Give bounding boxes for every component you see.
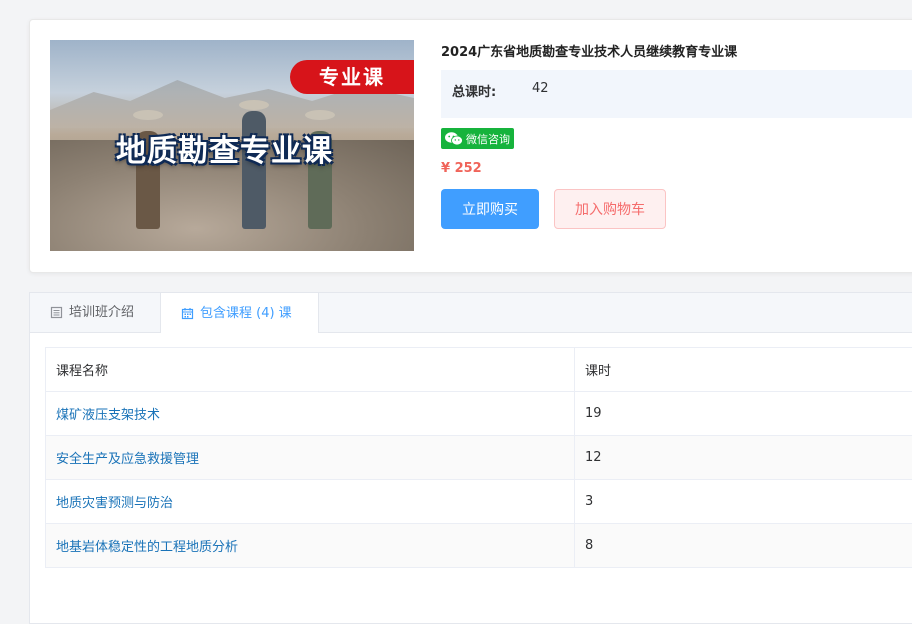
document-icon [50,306,63,319]
hours-value: 42 [532,81,549,96]
course-name-link[interactable]: 安全生产及应急救援管理 [46,436,575,480]
course-hours: 19 [575,392,912,436]
course-title: 2024广东省地质勘查专业技术人员继续教育专业课 [441,41,737,60]
course-hours: 12 [575,436,912,480]
course-table: 课程名称 课时 煤矿液压支架技术 19 安全生产及应急救援管理 12 地质灾害预… [45,347,912,568]
wechat-consult-label: 微信咨询 [466,131,510,147]
cover-ribbon: 专业课 [290,60,414,94]
course-name-link[interactable]: 地基岩体稳定性的工程地质分析 [46,524,575,568]
cover-title: 地质勘查专业课 [116,126,333,170]
hours-panel: 总课时: 42 [441,70,912,118]
course-hours: 3 [575,480,912,524]
table-row: 地基岩体稳定性的工程地质分析 8 [46,524,912,568]
course-price: ¥ 252 [441,161,482,176]
course-name-link[interactable]: 地质灾害预测与防治 [46,480,575,524]
cover-hat [133,110,163,120]
course-detail-panel: 培训班介绍 包含课程 (4) 课 课程名称 [29,292,912,624]
detail-tabs: 培训班介绍 包含课程 (4) 课 [30,293,912,333]
cover-hat [239,100,269,110]
course-name-link[interactable]: 煤矿液压支架技术 [46,392,575,436]
wechat-consult-button[interactable]: 微信咨询 [441,128,514,149]
tab-training-intro[interactable]: 培训班介绍 [30,293,160,332]
buy-now-button[interactable]: 立即购买 [441,189,539,229]
table-row: 地质灾害预测与防治 3 [46,480,912,524]
table-row: 煤矿液压支架技术 19 [46,392,912,436]
wechat-icon [444,131,464,147]
course-hours: 8 [575,524,912,568]
tab-included-courses[interactable]: 包含课程 (4) 课 [160,293,319,333]
add-to-cart-button[interactable]: 加入购物车 [554,189,666,229]
calendar-icon [181,307,194,320]
course-cover-image[interactable]: 专业课 地质勘查专业课 [50,40,414,251]
cover-hat [305,110,335,120]
tab-included-courses-label: 包含课程 (4) 课 [200,294,292,333]
column-header-course-name: 课程名称 [46,348,575,392]
tab-training-intro-label: 培训班介绍 [69,293,134,332]
table-row: 安全生产及应急救援管理 12 [46,436,912,480]
course-card: 专业课 地质勘查专业课 2024广东省地质勘查专业技术人员继续教育专业课 总课时… [29,19,912,273]
table-header-row: 课程名称 课时 [46,348,912,392]
column-header-hours: 课时 [575,348,912,392]
hours-label: 总课时: [452,81,496,100]
